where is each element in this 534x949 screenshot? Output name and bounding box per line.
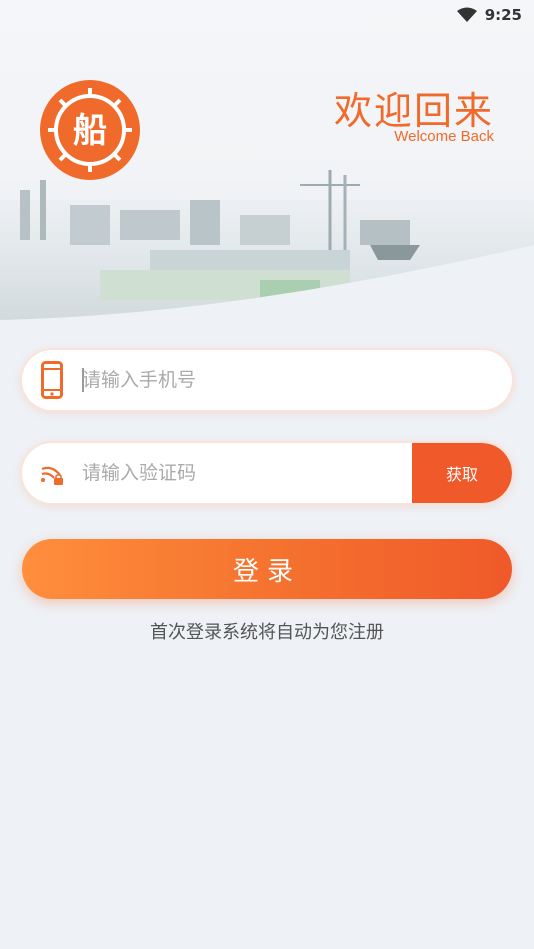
signal-lock-icon: [22, 443, 82, 503]
get-code-button[interactable]: 获取: [412, 443, 512, 503]
wifi-icon: [456, 7, 477, 22]
status-time: 9:25: [484, 6, 522, 24]
welcome-title: 欢迎回来: [333, 89, 494, 133]
ship-wheel-logo: 船: [40, 80, 140, 180]
phone-input[interactable]: [82, 350, 512, 410]
status-bar: 9:25: [0, 0, 534, 30]
logo-char: 船: [73, 111, 107, 151]
login-button[interactable]: 登录: [22, 539, 512, 599]
code-field[interactable]: 获取: [22, 443, 512, 503]
verification-code-input[interactable]: [82, 443, 412, 503]
welcome-subtitle: Welcome Back: [394, 128, 494, 145]
auto-register-hint: 首次登录系统将自动为您注册: [150, 622, 384, 643]
phone-icon: [22, 350, 82, 410]
phone-field[interactable]: [22, 350, 512, 410]
